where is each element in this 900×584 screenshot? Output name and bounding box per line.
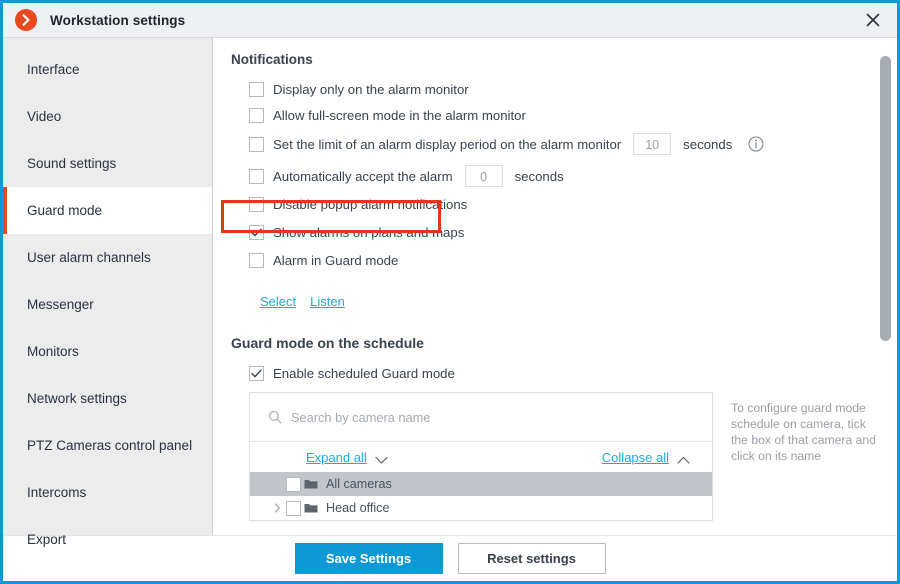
checkbox-label: Show alarms on plans and maps [273,224,465,240]
tree-checkbox-head-office[interactable] [286,500,301,516]
camera-search-field[interactable]: Search by camera name [250,393,712,442]
checkbox-row-allow-fullscreen-alarm-monitor[interactable]: Allow full-screen mode in the alarm moni… [249,102,897,128]
tree-row-label: Head office [326,501,390,515]
expand-all-label: Expand all [306,449,367,465]
tree-expand-arrow-icon[interactable] [268,503,286,513]
sidebar-item-label: User alarm channels [27,250,151,265]
sidebar-item-intercoms[interactable]: Intercoms [3,469,212,516]
checkbox-row-alarm-display-period-limit[interactable]: Set the limit of an alarm display period… [249,128,897,160]
schedule-panel-wrap: Search by camera name Expand all Collaps… [249,392,897,521]
window-body: Interface Video Sound settings Guard mod… [3,38,897,547]
expand-all-button[interactable]: Expand all [306,450,388,465]
checkbox-label: Allow full-screen mode in the alarm moni… [273,107,526,123]
checkbox-label: Disable popup alarm notifications [273,196,468,212]
tree-row-all-cameras[interactable]: All cameras [250,472,712,496]
scrollbar-thumb[interactable] [880,56,891,341]
checkbox-allow-fullscreen-alarm-monitor[interactable] [249,107,264,123]
collapse-all-label: Collapse all [601,449,669,465]
close-icon[interactable] [859,6,887,34]
listen-link[interactable]: Listen [310,294,345,309]
tree-row-label: All cameras [326,477,392,491]
sidebar-item-label: Network settings [27,391,127,406]
checkbox-row-alarm-in-guard-mode[interactable]: Alarm in Guard mode [249,248,897,272]
checkbox-disable-popup-alarm-notifications[interactable] [249,196,264,212]
title-bar: Workstation settings [3,3,897,38]
sidebar-item-video[interactable]: Video [3,93,212,140]
save-settings-button[interactable]: Save Settings [294,543,443,574]
checkbox-row-display-only-alarm-monitor[interactable]: Display only on the alarm monitor [249,76,897,102]
collapse-all-button[interactable]: Collapse all [602,450,690,465]
checkbox-label: Alarm in Guard mode [273,252,399,268]
select-link[interactable]: Select [260,294,296,309]
sidebar-item-interface[interactable]: Interface [3,46,212,93]
app-arrow-circle-icon [15,9,37,31]
content-scrollbar[interactable] [875,38,897,535]
camera-search-placeholder: Search by camera name [291,409,431,425]
chevron-up-icon [677,453,690,464]
sidebar-item-label: Monitors [27,344,79,359]
sidebar-item-ptz-cameras-control-panel[interactable]: PTZ Cameras control panel [3,422,212,469]
alarm-display-period-input[interactable]: 10 [633,133,672,155]
tree-checkbox-all-cameras[interactable] [286,476,301,492]
seconds-label: seconds [514,168,564,184]
sidebar-item-user-alarm-channels[interactable]: User alarm channels [3,234,212,281]
settings-content-pane: Notifications Display only on the alarm … [213,38,897,535]
sidebar-item-label: Interface [27,62,80,77]
checkbox-auto-accept-alarm[interactable] [249,168,264,184]
search-icon [268,410,282,424]
camera-tree-panel: Search by camera name Expand all Collaps… [249,392,713,521]
checkbox-row-disable-popup-alarm-notifications[interactable]: Disable popup alarm notifications [249,192,897,216]
window-title: Workstation settings [50,12,186,28]
folder-icon [304,478,318,490]
info-icon[interactable] [748,136,764,152]
sidebar-item-guard-mode[interactable]: Guard mode [3,187,212,234]
checkbox-row-enable-scheduled-guard-mode[interactable]: Enable scheduled Guard mode [249,360,897,386]
checkbox-display-only-alarm-monitor[interactable] [249,81,264,97]
sidebar-item-monitors[interactable]: Monitors [3,328,212,375]
workstation-settings-window: Workstation settings Interface Video Sou… [0,0,900,584]
tree-row-head-office[interactable]: Head office [250,496,712,520]
checkbox-alarm-display-period-limit[interactable] [249,136,264,152]
reset-settings-button[interactable]: Reset settings [457,543,606,574]
checkbox-alarm-in-guard-mode[interactable] [249,252,264,268]
sidebar-item-label: Guard mode [27,203,103,218]
sidebar-item-label: Export [27,532,67,547]
sidebar-item-label: Intercoms [27,485,87,500]
sound-links-row: Select Listen [260,294,897,309]
checkbox-label: Automatically accept the alarm [273,168,453,184]
schedule-heading: Guard mode on the schedule [231,335,424,351]
checkbox-label: Set the limit of an alarm display period… [273,136,622,152]
sidebar-item-messenger[interactable]: Messenger [3,281,212,328]
checkbox-label: Display only on the alarm monitor [273,81,469,97]
sidebar-item-label: Video [27,109,62,124]
sidebar-item-network-settings[interactable]: Network settings [3,375,212,422]
schedule-hint-text: To configure guard mode schedule on came… [731,401,876,463]
checkbox-show-alarms-on-plans-and-maps[interactable] [249,224,264,240]
settings-sidebar: Interface Video Sound settings Guard mod… [3,38,213,547]
checkbox-row-auto-accept-alarm[interactable]: Automatically accept the alarm 0 seconds [249,160,897,192]
notifications-heading: Notifications [231,52,313,67]
checkbox-enable-scheduled-guard-mode[interactable] [249,365,264,381]
sidebar-item-sound-settings[interactable]: Sound settings [3,140,212,187]
sidebar-item-label: Messenger [27,297,94,312]
tree-expand-collapse-row: Expand all Collapse all [250,442,712,472]
sidebar-item-label: Sound settings [27,156,117,171]
auto-accept-seconds-input[interactable]: 0 [464,165,503,187]
sidebar-item-label: PTZ Cameras control panel [27,438,193,453]
seconds-label: seconds [683,136,733,152]
folder-icon [304,502,318,514]
checkbox-label: Enable scheduled Guard mode [273,365,455,381]
checkbox-row-show-alarms-on-plans-and-maps[interactable]: Show alarms on plans and maps [249,216,897,248]
chevron-down-icon [375,453,388,464]
sidebar-item-export[interactable]: Export [3,516,212,563]
